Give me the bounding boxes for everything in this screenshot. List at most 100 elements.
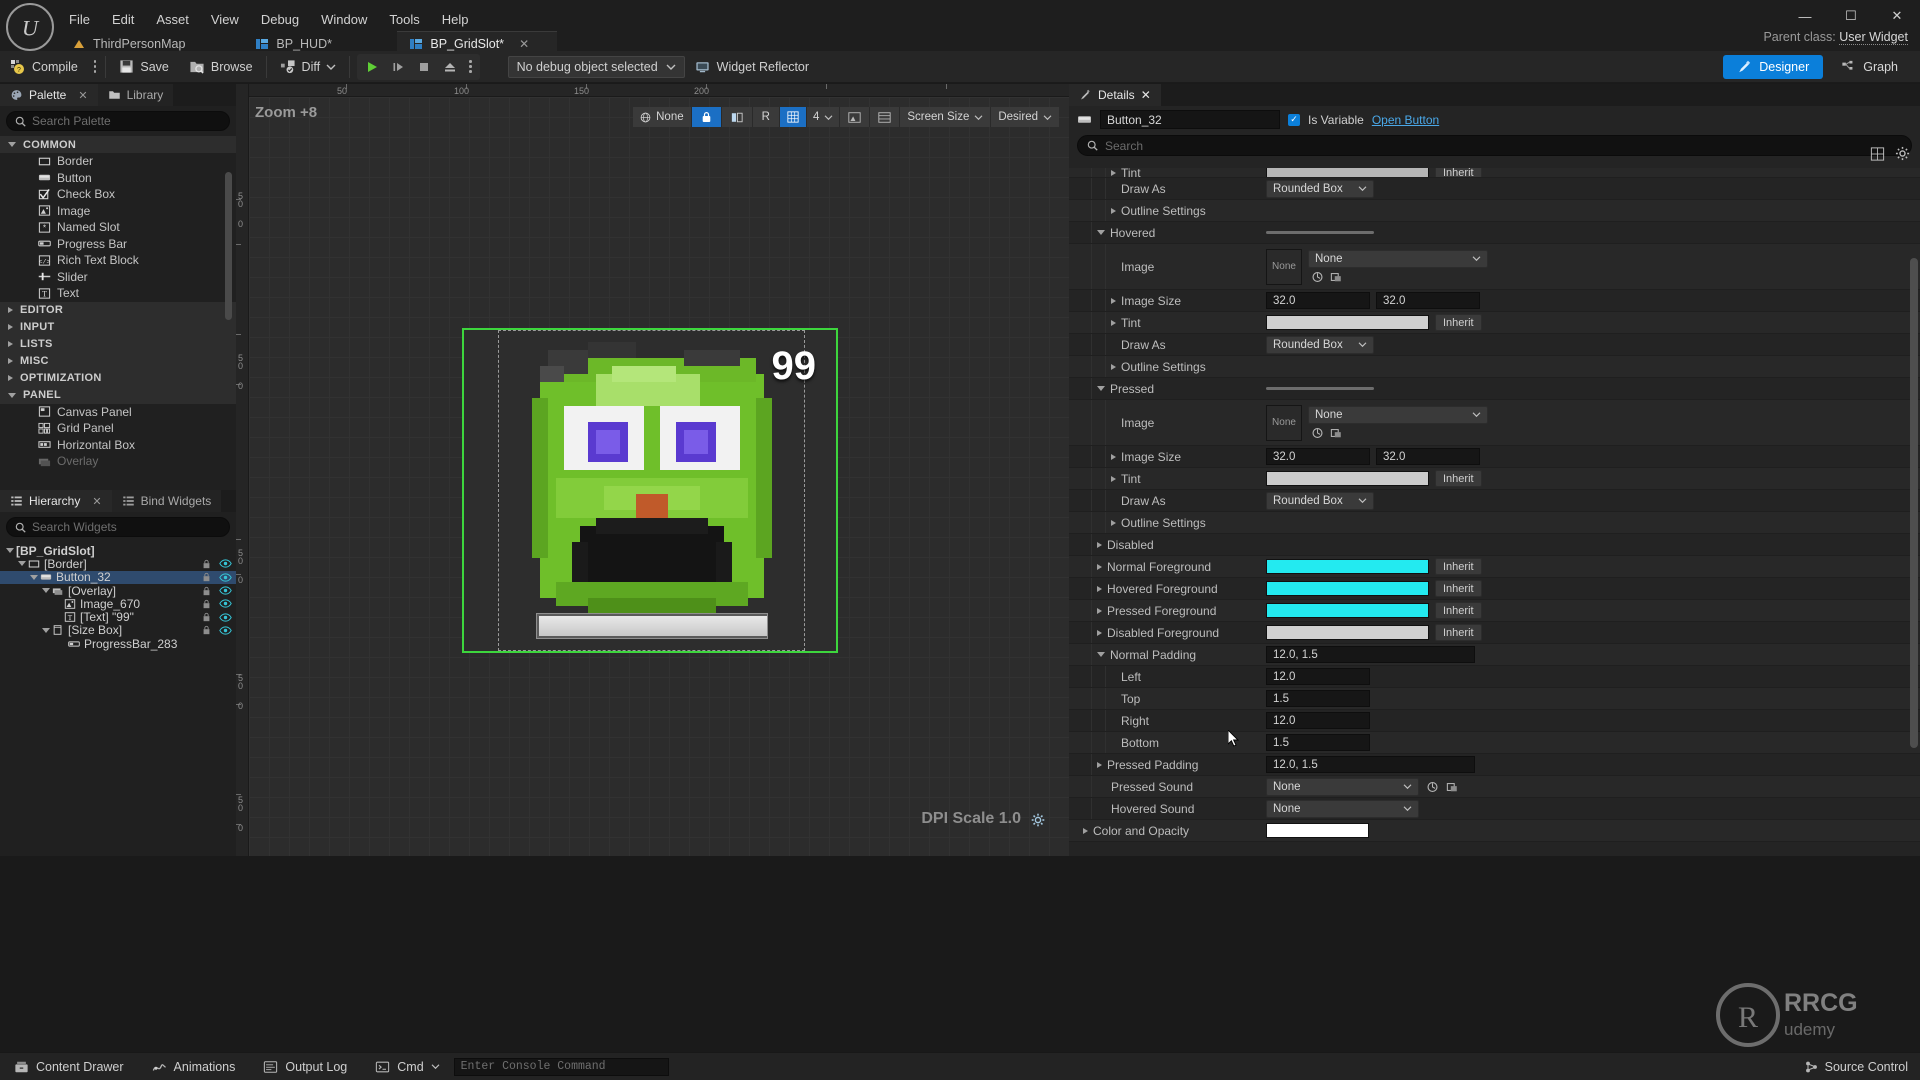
eye-icon[interactable]: [219, 559, 232, 569]
close-window-button[interactable]: ✕: [1874, 0, 1920, 32]
inherit-button[interactable]: Inherit: [1435, 314, 1482, 331]
stop-button[interactable]: [411, 55, 437, 79]
draw-as-dropdown[interactable]: Rounded Box: [1266, 179, 1374, 198]
palette-item-progress-bar[interactable]: Progress Bar: [0, 236, 236, 253]
tab-details[interactable]: Details ✕: [1069, 84, 1161, 106]
resize-r-button[interactable]: R: [752, 107, 780, 127]
tree-node-bp-gridslot[interactable]: [BP_GridSlot]: [0, 544, 236, 558]
grid-size-value[interactable]: 4: [806, 107, 841, 127]
inherit-button[interactable]: Inherit: [1435, 602, 1482, 619]
eye-icon[interactable]: [219, 573, 232, 582]
asset-thumbnail[interactable]: None: [1266, 248, 1302, 285]
details-property-list[interactable]: Tint Inherit Draw As Rounded Box Outline…: [1069, 168, 1920, 856]
play-options-button[interactable]: [463, 60, 478, 73]
property-row-outline-1[interactable]: Outline Settings: [1069, 200, 1920, 222]
lock-toggle[interactable]: [691, 107, 722, 127]
color-swatch[interactable]: [1266, 315, 1429, 330]
image-size-y-input[interactable]: 32.0: [1376, 448, 1480, 465]
hovered-sound-dropdown[interactable]: None: [1266, 799, 1419, 818]
output-log-button[interactable]: Output Log: [249, 1054, 361, 1080]
details-scrollbar[interactable]: [1910, 258, 1918, 748]
chevron-down-icon[interactable]: [40, 588, 52, 594]
settings-gear-icon[interactable]: [1895, 146, 1910, 161]
palette-category-input[interactable]: INPUT: [0, 318, 236, 336]
image-asset-dropdown[interactable]: None: [1308, 405, 1488, 424]
inherit-button[interactable]: Inherit: [1435, 470, 1482, 487]
property-row-pressed-foreground[interactable]: Pressed Foreground Inherit: [1069, 600, 1920, 622]
fill-screen-toggle[interactable]: [721, 107, 753, 127]
close-icon[interactable]: ✕: [1141, 88, 1151, 102]
padding-bottom-input[interactable]: 1.5: [1266, 734, 1370, 751]
tree-node-button-32[interactable]: Button_32: [0, 570, 236, 584]
property-row-normal-foreground[interactable]: Normal Foreground Inherit: [1069, 556, 1920, 578]
inherit-button[interactable]: Inherit: [1435, 580, 1482, 597]
palette-item-button[interactable]: Button: [0, 170, 236, 187]
close-icon[interactable]: ✕: [92, 495, 101, 508]
close-icon[interactable]: ✕: [78, 89, 87, 102]
property-row-draw-as-hovered[interactable]: Draw As Rounded Box: [1069, 334, 1920, 356]
tab-palette[interactable]: Palette ✕: [0, 84, 98, 106]
color-swatch[interactable]: [1266, 559, 1429, 574]
console-command-input[interactable]: Enter Console Command: [453, 1057, 669, 1076]
palette-category-misc[interactable]: MISC: [0, 352, 236, 370]
snap-none-button[interactable]: None: [633, 107, 692, 127]
property-row-tint-pressed[interactable]: Tint Inherit: [1069, 468, 1920, 490]
property-row-padding-right[interactable]: Right 12.0: [1069, 710, 1920, 732]
widget-hierarchy-tree[interactable]: [BP_GridSlot] [Border] Button_32 [Overla…: [0, 542, 236, 651]
designer-canvas[interactable]: 50 100 150 200 50 0 50 0 50 0 50 0 50 0 …: [236, 84, 1069, 856]
pressed-sound-dropdown[interactable]: None: [1266, 777, 1419, 796]
parent-class-value[interactable]: User Widget: [1839, 30, 1908, 45]
palette-search-input[interactable]: Search Palette: [6, 111, 230, 131]
chevron-down-icon[interactable]: [28, 574, 40, 580]
lock-icon[interactable]: [202, 559, 211, 569]
preview-progressbar-283[interactable]: [536, 613, 768, 639]
image-size-y-input[interactable]: 32.0: [1376, 292, 1480, 309]
unreal-logo-icon[interactable]: U: [6, 3, 54, 51]
preview-image-670[interactable]: [508, 334, 796, 622]
image-asset-dropdown[interactable]: None: [1308, 249, 1488, 268]
grid-view-icon[interactable]: [1870, 146, 1885, 161]
save-button[interactable]: Save: [109, 52, 179, 82]
pressed-padding-input[interactable]: 12.0, 1.5: [1266, 756, 1475, 773]
open-button-link[interactable]: Open Button: [1372, 113, 1439, 127]
maximize-button[interactable]: ☐: [1828, 0, 1874, 32]
draw-as-dropdown[interactable]: Rounded Box: [1266, 491, 1374, 510]
object-name-input[interactable]: Button_32: [1100, 110, 1280, 129]
padding-top-input[interactable]: 1.5: [1266, 690, 1370, 707]
palette-item-border[interactable]: Border: [0, 153, 236, 170]
draw-as-dropdown[interactable]: Rounded Box: [1266, 335, 1374, 354]
browse-asset-icon[interactable]: [1425, 780, 1439, 793]
chevron-down-icon[interactable]: [16, 561, 28, 567]
eye-icon[interactable]: [219, 626, 232, 635]
property-row-tint-hovered[interactable]: Tint Inherit: [1069, 312, 1920, 334]
property-row-image-size-hovered[interactable]: Image Size 32.0 32.0: [1069, 290, 1920, 312]
padding-right-input[interactable]: 12.0: [1266, 712, 1370, 729]
tree-node-border[interactable]: [Border]: [0, 557, 236, 571]
property-row-hovered-sound[interactable]: Hovered Sound None: [1069, 798, 1920, 820]
eye-icon[interactable]: [219, 586, 232, 595]
lock-icon[interactable]: [202, 599, 211, 609]
palette-item-horizontal-box[interactable]: Horizontal Box: [0, 437, 236, 454]
color-swatch[interactable]: [1266, 471, 1429, 486]
property-row-draw-as-pressed[interactable]: Draw As Rounded Box: [1069, 490, 1920, 512]
palette-list[interactable]: COMMON Border Button Check Box Image * N…: [0, 136, 236, 488]
property-row-pressed-sound[interactable]: Pressed Sound None: [1069, 776, 1920, 798]
palette-category-editor[interactable]: EDITOR: [0, 301, 236, 319]
property-row-hovered-foreground[interactable]: Hovered Foreground Inherit: [1069, 578, 1920, 600]
palette-category-panel[interactable]: PANEL: [0, 386, 236, 404]
tree-node-size-box[interactable]: [Size Box]: [0, 623, 236, 637]
property-row-padding-left[interactable]: Left 12.0: [1069, 666, 1920, 688]
palette-item-grid-panel[interactable]: Grid Panel: [0, 420, 236, 437]
lock-icon[interactable]: [202, 586, 211, 596]
chevron-down-icon[interactable]: [40, 627, 52, 633]
property-row-tint-top[interactable]: Tint Inherit: [1069, 168, 1920, 178]
property-row-normal-padding[interactable]: Normal Padding 12.0, 1.5: [1069, 644, 1920, 666]
property-row-outline-pressed[interactable]: Outline Settings: [1069, 512, 1920, 534]
property-row-draw-as-1[interactable]: Draw As Rounded Box: [1069, 178, 1920, 200]
is-variable-checkbox[interactable]: ✓: [1288, 113, 1300, 126]
property-row-disabled-foreground[interactable]: Disabled Foreground Inherit: [1069, 622, 1920, 644]
palette-item-slider[interactable]: Slider: [0, 269, 236, 286]
palette-item-text[interactable]: T Text: [0, 285, 236, 302]
source-control-button[interactable]: Source Control: [1804, 1060, 1908, 1074]
lock-icon[interactable]: [202, 572, 211, 582]
